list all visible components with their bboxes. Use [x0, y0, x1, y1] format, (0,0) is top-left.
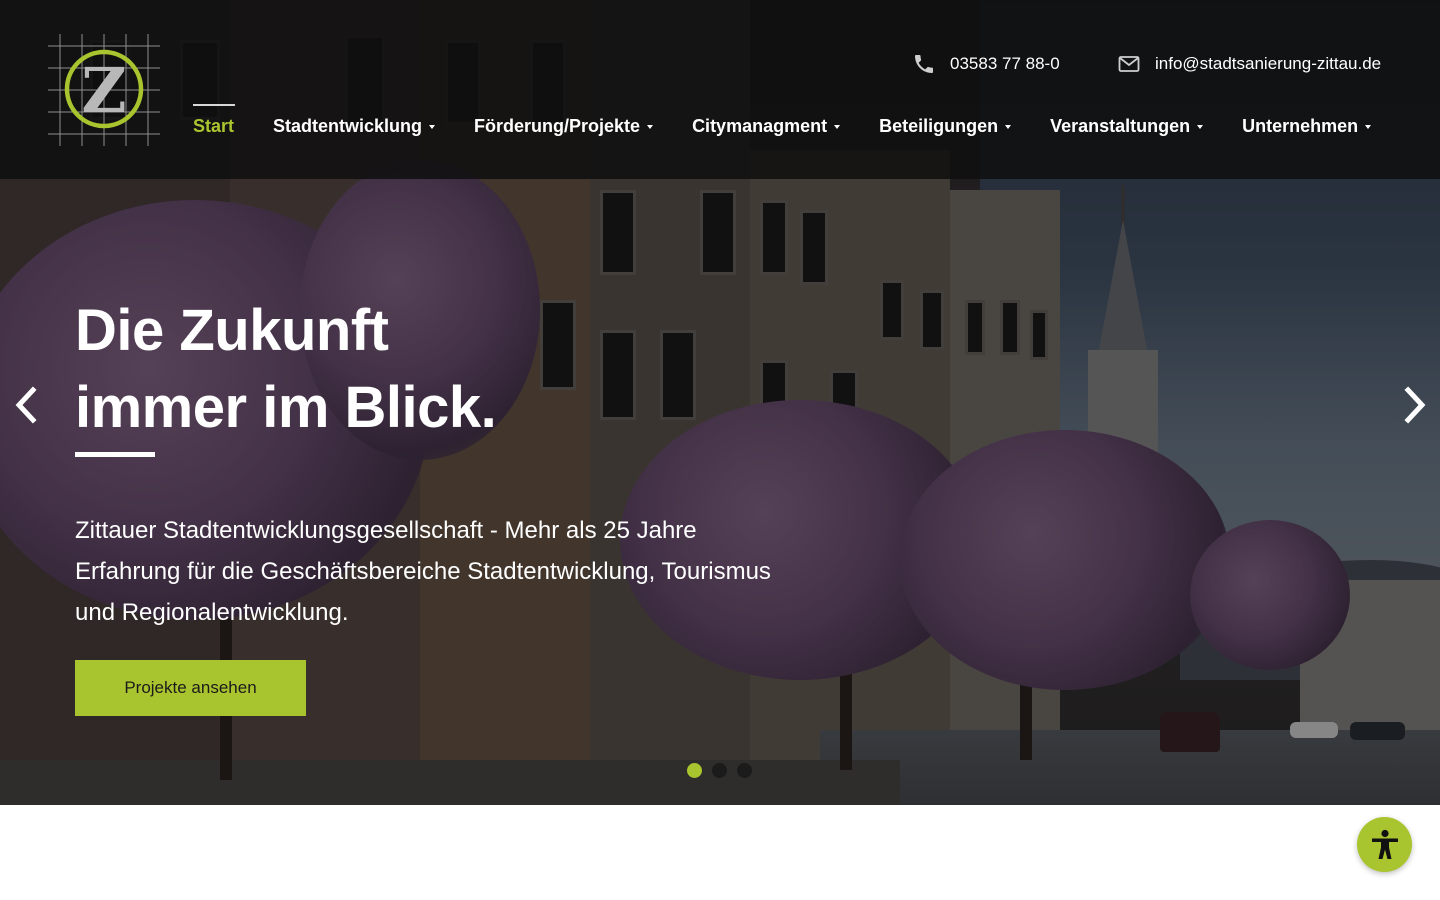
logo-mark-icon: Z	[48, 34, 160, 146]
nav-item-start[interactable]: Start	[193, 104, 236, 137]
hero-headline-divider	[75, 452, 155, 457]
hero-headline-line-2: immer im Blick.	[75, 375, 497, 440]
site-logo[interactable]: Z	[48, 34, 160, 146]
contact-email-text[interactable]: info@stadtsanierung-zittau.de	[1155, 54, 1381, 74]
hero-headline: Die Zukunft immer im Blick.	[75, 292, 497, 446]
nav-item-citymanagment[interactable]: Citymanagment	[692, 104, 841, 137]
nav-item-veranstaltungen[interactable]: Veranstaltungen	[1050, 104, 1204, 137]
nav-item-beteiligungen[interactable]: Beteiligungen	[879, 104, 1012, 137]
slider-next-button[interactable]	[1397, 384, 1433, 426]
slider-dot-1[interactable]	[687, 763, 702, 778]
main-nav: Start Stadtentwicklung Förderung/Projekt…	[193, 104, 1372, 137]
nav-item-label[interactable]: Stadtentwicklung	[273, 116, 422, 137]
caret-down-icon	[1365, 125, 1372, 129]
slider-prev-button[interactable]	[8, 384, 44, 426]
accessibility-icon	[1371, 829, 1398, 859]
chevron-right-icon	[1404, 386, 1426, 424]
nav-item-foerderung-projekte[interactable]: Förderung/Projekte	[474, 104, 654, 137]
nav-item-label[interactable]: Start	[193, 116, 234, 137]
slider-indicators	[687, 763, 762, 778]
nav-item-label[interactable]: Citymanagment	[692, 116, 827, 137]
nav-item-label[interactable]: Veranstaltungen	[1050, 116, 1190, 137]
nav-item-stadtentwicklung[interactable]: Stadtentwicklung	[273, 104, 436, 137]
nav-item-label[interactable]: Unternehmen	[1242, 116, 1358, 137]
chevron-left-icon	[15, 386, 37, 424]
accessibility-button[interactable]	[1357, 817, 1412, 872]
slider-dot-3[interactable]	[737, 763, 752, 778]
site-header: Z 03583 77 88-0 info@stadtsanierung-zitt…	[0, 0, 1440, 179]
svg-text:Z: Z	[81, 54, 126, 127]
caret-down-icon	[647, 125, 654, 129]
mail-icon	[1118, 56, 1140, 72]
cta-label[interactable]: Projekte ansehen	[124, 678, 256, 698]
nav-item-label[interactable]: Beteiligungen	[879, 116, 998, 137]
nav-item-unternehmen[interactable]: Unternehmen	[1242, 104, 1372, 137]
hero-headline-line-1: Die Zukunft	[75, 298, 389, 363]
caret-down-icon	[834, 125, 841, 129]
phone-icon	[915, 55, 933, 73]
caret-down-icon	[1005, 125, 1012, 129]
caret-down-icon	[1197, 125, 1204, 129]
contact-phone[interactable]: 03583 77 88-0	[912, 52, 1060, 76]
contact-phone-text[interactable]: 03583 77 88-0	[950, 54, 1060, 74]
slider-dot-2[interactable]	[712, 763, 727, 778]
hero-lead-text: Zittauer Stadtentwicklungsgesellschaft -…	[75, 517, 771, 626]
projekte-ansehen-button[interactable]: Projekte ansehen	[75, 660, 306, 716]
nav-item-label[interactable]: Förderung/Projekte	[474, 116, 640, 137]
contact-email[interactable]: info@stadtsanierung-zittau.de	[1117, 52, 1381, 76]
caret-down-icon	[429, 125, 436, 129]
